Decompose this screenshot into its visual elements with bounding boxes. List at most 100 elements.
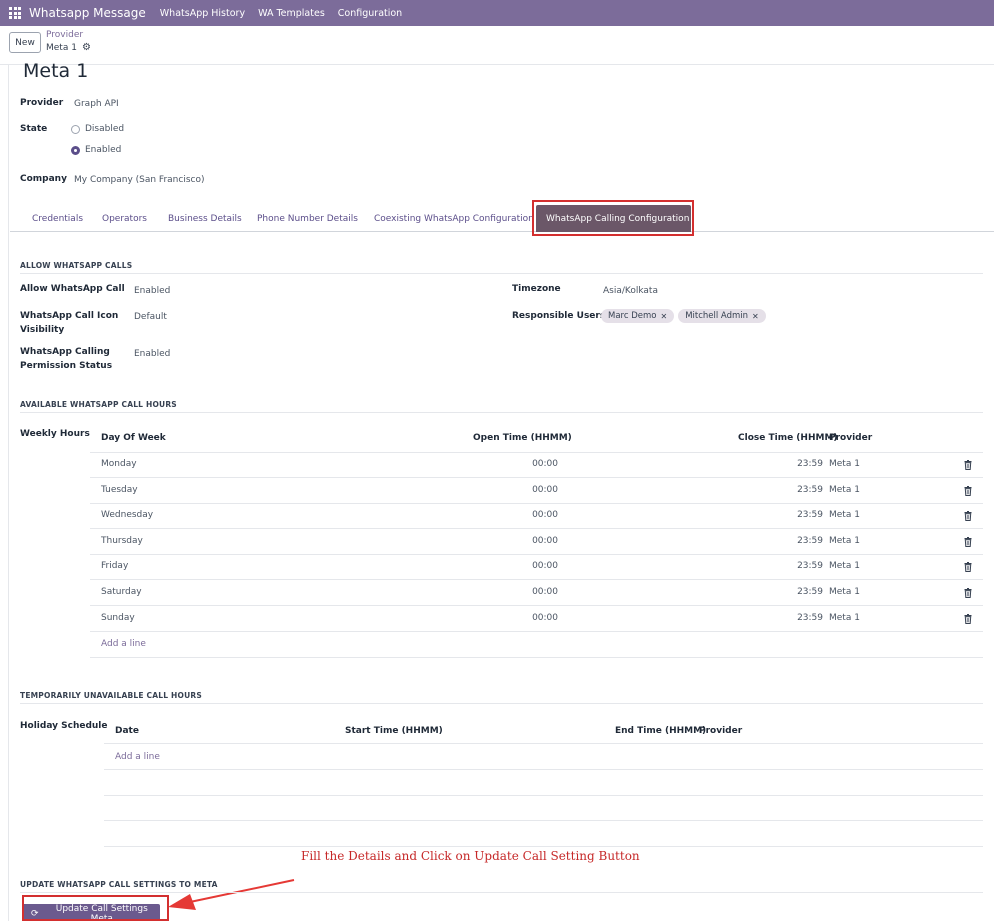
cell-provider[interactable]: Meta 1 [829,459,860,469]
cell-close-time[interactable]: 23:59 [744,485,823,495]
state-option-label: Enabled [85,145,122,155]
cell-open-time[interactable]: 00:00 [480,613,558,623]
company-value[interactable]: My Company (San Francisco) [74,175,204,185]
table-header-divider [90,452,983,453]
cell-close-time[interactable]: 23:59 [744,536,823,546]
menu-whatsapp-history[interactable]: WhatsApp History [160,8,245,19]
cell-open-time[interactable]: 00:00 [480,459,558,469]
icon-visibility-value[interactable]: Default [134,312,167,322]
record-title[interactable]: Meta 1 [23,60,88,82]
table-row-divider [104,846,983,847]
provider-value[interactable]: Graph API [74,99,119,109]
close-icon[interactable]: ✕ [660,312,667,321]
cell-open-time[interactable]: 00:00 [480,587,558,597]
control-panel: New Provider Meta 1 ⚙ [0,26,994,65]
cell-close-time[interactable]: 23:59 [744,561,823,571]
column-header-day[interactable]: Day Of Week [101,433,166,443]
cell-provider[interactable]: Meta 1 [829,561,860,571]
icon-visibility-label-1: WhatsApp Call Icon [20,311,119,321]
highlight-box-button [22,895,169,921]
top-navbar: Whatsapp Message WhatsApp History WA Tem… [0,0,994,26]
table-row-divider [90,553,983,555]
cell-open-time[interactable]: 00:00 [480,561,558,571]
menu-configuration[interactable]: Configuration [338,8,402,19]
trash-icon[interactable] [963,511,973,522]
section-update: UPDATE WHATSAPP CALL SETTINGS TO META [20,880,218,889]
gear-icon[interactable]: ⚙ [82,42,91,53]
section-divider [20,412,983,413]
new-button[interactable]: New [9,32,41,53]
add-line-holiday[interactable]: Add a line [115,752,160,762]
apps-grid-icon[interactable] [9,7,21,19]
timezone-value[interactable]: Asia/Kolkata [603,286,658,296]
trash-icon[interactable] [963,588,973,598]
tab-coexisting-configuration[interactable]: Coexisting WhatsApp Configuration [374,205,534,232]
column-header-open-time[interactable]: Open Time (HHMM) [473,433,572,443]
table-header-divider [104,743,983,744]
instruction-annotation: Fill the Details and Click on Update Cal… [301,849,640,863]
column-header-provider[interactable]: Provider [699,726,742,736]
section-allow-calls: ALLOW WHATSAPP CALLS [20,261,133,270]
column-header-provider[interactable]: Provider [829,433,872,443]
section-divider [20,892,983,893]
cell-close-time[interactable]: 23:59 [744,459,823,469]
add-line-weekly[interactable]: Add a line [101,639,146,649]
tab-credentials[interactable]: Credentials [32,205,83,232]
cell-day[interactable]: Wednesday [101,510,153,520]
notebook-tabs: Credentials Operators Business Details P… [20,205,994,232]
cell-day[interactable]: Friday [101,561,128,571]
responsible-users-tags: Marc Demo ✕ Mitchell Admin ✕ [601,309,770,323]
allow-call-value[interactable]: Enabled [134,286,170,296]
state-option-label: Disabled [85,124,125,134]
tab-operators[interactable]: Operators [102,205,147,232]
cell-provider[interactable]: Meta 1 [829,613,860,623]
breadcrumb-current: Meta 1 [46,42,77,53]
cell-open-time[interactable]: 00:00 [480,536,558,546]
state-radio-disabled[interactable]: Disabled [71,124,124,134]
cell-close-time[interactable]: 23:59 [744,587,823,597]
cell-provider[interactable]: Meta 1 [829,510,860,520]
app-brand[interactable]: Whatsapp Message [29,6,146,20]
cell-open-time[interactable]: 00:00 [480,510,558,520]
tab-business-details[interactable]: Business Details [168,205,242,232]
trash-icon[interactable] [963,485,973,496]
permission-label-2: Permission Status [20,361,113,371]
cell-provider[interactable]: Meta 1 [829,587,860,597]
tab-phone-number-details[interactable]: Phone Number Details [257,205,358,232]
user-tag[interactable]: Mitchell Admin ✕ [678,309,766,323]
table-row-divider [104,769,983,770]
user-tag[interactable]: Marc Demo ✕ [601,309,675,323]
cell-day[interactable]: Tuesday [101,485,138,495]
radio-circle-icon[interactable] [71,124,80,134]
cell-provider[interactable]: Meta 1 [829,485,860,495]
holiday-schedule-label: Holiday Schedule [20,721,108,731]
trash-icon[interactable] [963,536,973,547]
cell-provider[interactable]: Meta 1 [829,536,860,546]
column-header-start-time[interactable]: Start Time (HHMM) [345,726,443,736]
section-call-hours: AVAILABLE WHATSAPP CALL HOURS [20,400,177,409]
state-radio-enabled[interactable]: Enabled [71,145,121,155]
table-row-divider [90,605,983,606]
cell-day[interactable]: Thursday [101,536,143,546]
permission-value[interactable]: Enabled [134,349,170,359]
cell-close-time[interactable]: 23:59 [744,510,823,520]
cell-day[interactable]: Saturday [101,587,142,597]
breadcrumb-parent[interactable]: Provider [46,30,83,40]
trash-icon[interactable] [963,460,973,470]
cell-day[interactable]: Monday [101,459,137,469]
cell-open-time[interactable]: 00:00 [480,485,558,495]
state-label: State [20,124,48,134]
trash-icon[interactable] [963,613,973,624]
trash-icon[interactable] [963,562,973,573]
icon-visibility-label-2: Visibility [20,325,65,335]
cell-close-time[interactable]: 23:59 [744,613,823,623]
cell-day[interactable]: Sunday [101,613,135,623]
column-header-date[interactable]: Date [115,726,139,736]
column-header-end-time[interactable]: End Time (HHMM) [615,726,706,736]
close-icon[interactable]: ✕ [752,312,759,321]
menu-wa-templates[interactable]: WA Templates [258,8,325,19]
radio-circle-icon[interactable] [71,145,80,155]
column-header-close-time[interactable]: Close Time (HHMM) [738,433,838,443]
table-bottom-divider [90,657,983,658]
table-row-divider [104,820,983,821]
